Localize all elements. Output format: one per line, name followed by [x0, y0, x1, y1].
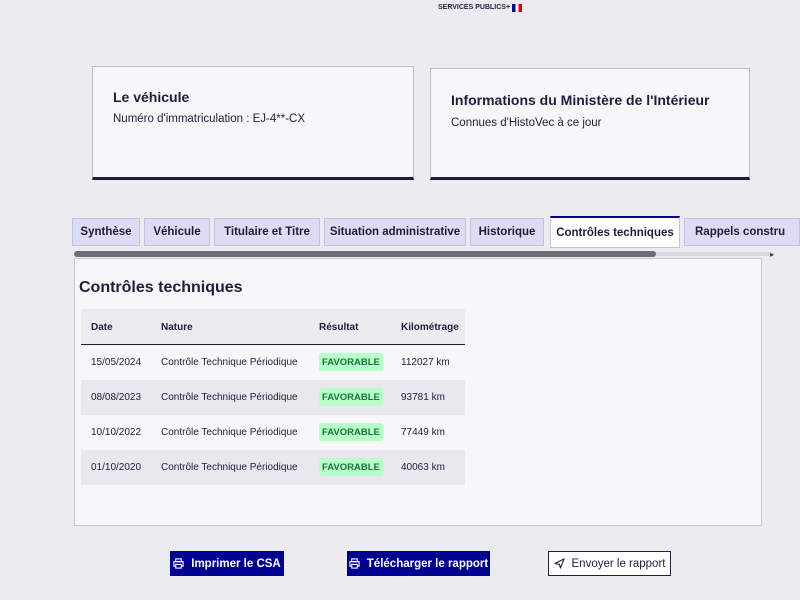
scrollbar-thumb[interactable] — [74, 251, 656, 257]
tab-situation-administrative[interactable]: Situation administrative — [324, 218, 466, 246]
result-badge: FAVORABLE — [319, 423, 383, 441]
result-badge: FAVORABLE — [319, 388, 383, 406]
print-csa-button[interactable]: Imprimer le CSA — [170, 551, 284, 576]
flag-icon — [512, 4, 523, 12]
table-header: Date Nature Résultat Kilométrage — [81, 309, 465, 345]
ministry-card: Informations du Ministère de l'Intérieur… — [430, 68, 750, 180]
tab-historique[interactable]: Historique — [470, 218, 544, 246]
column-header-result: Résultat — [319, 322, 359, 333]
row-date: 10/10/2022 — [91, 427, 142, 438]
tab-titulaire-titre[interactable]: Titulaire et Titre — [214, 218, 320, 246]
print-csa-label: Imprimer le CSA — [191, 557, 281, 570]
tab-synthese[interactable]: Synthèse — [72, 218, 140, 246]
column-header-nature: Nature — [161, 322, 193, 333]
row-mileage: 40063 km — [401, 462, 445, 473]
logo-text: SERVICES PUBLICS+ — [438, 4, 511, 11]
panel-title: Contrôles techniques — [79, 279, 243, 296]
row-nature: Contrôle Technique Périodique — [161, 462, 298, 473]
tab-scrollbar[interactable]: ▸ — [74, 250, 774, 259]
column-header-date: Date — [91, 322, 113, 333]
send-report-button[interactable]: Envoyer le rapport — [548, 551, 671, 576]
table-row: 01/10/2020 Contrôle Technique Périodique… — [81, 450, 465, 485]
download-report-button[interactable]: Télécharger le rapport — [347, 551, 490, 576]
printer-icon — [349, 558, 360, 569]
technical-controls-panel: Contrôles techniques Date Nature Résulta… — [74, 258, 762, 526]
send-icon — [553, 558, 565, 569]
registration-number: Numéro d'immatriculation : EJ-4**-CX — [113, 113, 306, 125]
table-row: 15/05/2024 Contrôle Technique Périodique… — [81, 345, 465, 380]
row-date: 01/10/2020 — [91, 462, 142, 473]
services-publics-logo[interactable]: SERVICES PUBLICS+ — [438, 4, 523, 12]
ministry-card-title: Informations du Ministère de l'Intérieur — [451, 92, 710, 108]
result-badge: FAVORABLE — [319, 353, 383, 371]
send-report-label: Envoyer le rapport — [571, 557, 666, 570]
table-row: 08/08/2023 Contrôle Technique Périodique… — [81, 380, 465, 415]
row-date: 08/08/2023 — [91, 392, 142, 403]
table-row: 10/10/2022 Contrôle Technique Périodique… — [81, 415, 465, 450]
row-date: 15/05/2024 — [91, 357, 142, 368]
ministry-card-subtitle: Connues d'HistoVec à ce jour — [451, 117, 602, 129]
vehicle-card: Le véhicule Numéro d'immatriculation : E… — [92, 66, 414, 180]
tab-bar: Synthèse Véhicule Titulaire et Titre Sit… — [72, 216, 800, 248]
tab-rappels-constructeur[interactable]: Rappels constru — [684, 218, 800, 246]
row-nature: Contrôle Technique Périodique — [161, 392, 298, 403]
row-nature: Contrôle Technique Périodique — [161, 427, 298, 438]
row-mileage: 112027 km — [401, 357, 450, 368]
tab-vehicule[interactable]: Véhicule — [144, 218, 210, 246]
printer-icon — [173, 558, 184, 569]
row-mileage: 93781 km — [401, 392, 445, 403]
vehicle-card-title: Le véhicule — [113, 89, 190, 105]
row-nature: Contrôle Technique Périodique — [161, 357, 298, 368]
column-header-mileage: Kilométrage — [401, 322, 459, 333]
tab-controles-techniques[interactable]: Contrôles techniques — [550, 216, 680, 248]
row-mileage: 77449 km — [401, 427, 445, 438]
download-report-label: Télécharger le rapport — [366, 557, 489, 570]
scroll-right-icon[interactable]: ▸ — [770, 250, 774, 259]
technical-controls-table: Date Nature Résultat Kilométrage 15/05/2… — [81, 309, 465, 485]
result-badge: FAVORABLE — [319, 458, 383, 476]
